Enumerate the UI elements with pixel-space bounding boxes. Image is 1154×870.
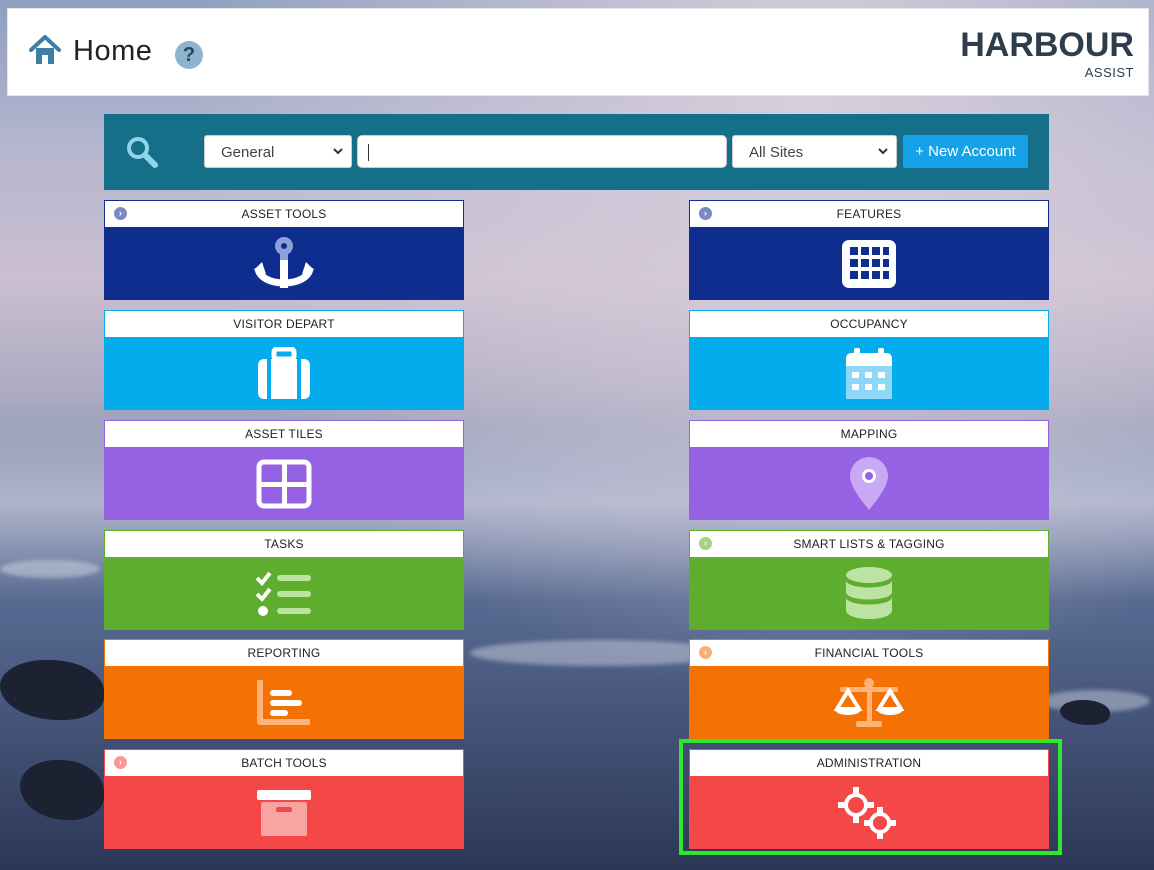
- tile-label: SMART LISTS & TAGGING: [793, 537, 945, 551]
- tile-label: MAPPING: [840, 427, 898, 441]
- new-account-button[interactable]: + New Account: [903, 135, 1028, 168]
- tile-header: REPORTING: [104, 639, 464, 667]
- checklist-icon: [255, 571, 311, 616]
- search-icon[interactable]: [124, 134, 160, 170]
- database-icon: [846, 567, 892, 619]
- tile-header: › FEATURES: [689, 200, 1049, 228]
- background-rock: [0, 660, 104, 720]
- tile-header: OCCUPANCY: [689, 310, 1049, 338]
- background-wave: [0, 560, 100, 578]
- chevron-down-icon: [878, 148, 888, 155]
- tile-body[interactable]: [689, 558, 1049, 630]
- tile-label: FEATURES: [836, 207, 902, 221]
- tile-tasks[interactable]: TASKS: [104, 530, 464, 630]
- tile-body[interactable]: [104, 448, 464, 520]
- tile-smart-lists-and-tagging[interactable]: › SMART LISTS & TAGGING: [689, 530, 1049, 630]
- home-icon[interactable]: [28, 33, 62, 67]
- text-caret: [368, 144, 369, 161]
- help-icon[interactable]: ?: [175, 41, 203, 69]
- tile-label: OCCUPANCY: [830, 317, 908, 331]
- chevron-down-icon: [333, 148, 343, 155]
- expand-chevron-icon[interactable]: ›: [699, 537, 712, 550]
- tile-label: VISITOR DEPART: [233, 317, 335, 331]
- logo-text: HARBOUR: [960, 26, 1134, 64]
- tile-header: MAPPING: [689, 420, 1049, 448]
- background-rock: [20, 760, 104, 820]
- tile-batch-tools[interactable]: › BATCH TOOLS: [104, 749, 464, 849]
- tile-label: TASKS: [264, 537, 304, 551]
- tile-header: ASSET TILES: [104, 420, 464, 448]
- tile-body[interactable]: [689, 667, 1049, 739]
- harbour-assist-logo: HARBOUR ASSIST: [960, 26, 1134, 82]
- expand-chevron-icon[interactable]: ›: [699, 207, 712, 220]
- tile-body[interactable]: [689, 338, 1049, 410]
- tile-header: TASKS: [104, 530, 464, 558]
- tiles-icon: [256, 459, 312, 509]
- scales-icon: [834, 678, 904, 727]
- site-select-value: All Sites: [749, 144, 804, 161]
- tile-label: FINANCIAL TOOLS: [814, 646, 924, 660]
- top-header: Home ? HARBOUR ASSIST: [7, 8, 1149, 96]
- tile-header: › BATCH TOOLS: [104, 749, 464, 777]
- tile-label: ASSET TILES: [245, 427, 323, 441]
- tile-mapping[interactable]: MAPPING: [689, 420, 1049, 520]
- page-title: Home: [73, 35, 153, 67]
- expand-chevron-icon[interactable]: ›: [114, 207, 127, 220]
- tile-financial-tools[interactable]: › FINANCIAL TOOLS: [689, 639, 1049, 739]
- grid-icon: [842, 240, 896, 288]
- bar-chart-icon: [257, 680, 310, 725]
- tile-label: REPORTING: [247, 646, 321, 660]
- tile-body[interactable]: [104, 667, 464, 739]
- tile-features[interactable]: › FEATURES: [689, 200, 1049, 300]
- selection-highlight: [679, 739, 1062, 855]
- suitcase-icon: [258, 347, 310, 399]
- site-select[interactable]: All Sites: [732, 135, 897, 168]
- tile-header: › FINANCIAL TOOLS: [689, 639, 1049, 667]
- tile-label: ASSET TOOLS: [241, 207, 327, 221]
- tile-body[interactable]: [104, 228, 464, 300]
- anchor-icon: [254, 237, 314, 288]
- map-pin-icon: [850, 457, 888, 510]
- tile-header: › SMART LISTS & TAGGING: [689, 530, 1049, 558]
- tile-visitor-depart[interactable]: VISITOR DEPART: [104, 310, 464, 410]
- tile-header: › ASSET TOOLS: [104, 200, 464, 228]
- search-category-select[interactable]: General: [204, 135, 352, 168]
- tile-asset-tools[interactable]: › ASSET TOOLS: [104, 200, 464, 300]
- search-bar: General All Sites + New Account: [104, 114, 1049, 190]
- tile-body[interactable]: [689, 448, 1049, 520]
- tile-reporting[interactable]: REPORTING: [104, 639, 464, 739]
- tile-label: BATCH TOOLS: [241, 756, 327, 770]
- archive-box-icon: [257, 790, 311, 836]
- tile-body[interactable]: [104, 558, 464, 630]
- expand-chevron-icon[interactable]: ›: [699, 646, 712, 659]
- background-rock: [1060, 700, 1110, 725]
- tile-body[interactable]: [104, 338, 464, 410]
- search-input[interactable]: [357, 135, 727, 168]
- tile-asset-tiles[interactable]: ASSET TILES: [104, 420, 464, 520]
- expand-chevron-icon[interactable]: ›: [114, 756, 127, 769]
- calendar-icon: [846, 348, 892, 399]
- logo-subtext: ASSIST: [1084, 65, 1134, 80]
- tile-header: VISITOR DEPART: [104, 310, 464, 338]
- tile-occupancy[interactable]: OCCUPANCY: [689, 310, 1049, 410]
- search-category-value: General: [221, 144, 275, 161]
- tile-body[interactable]: [689, 228, 1049, 300]
- tile-body[interactable]: [104, 777, 464, 849]
